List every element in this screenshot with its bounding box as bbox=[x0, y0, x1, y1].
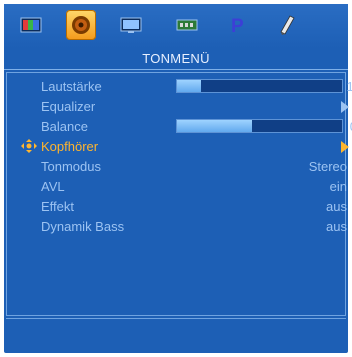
menu-item-dynamik-bass[interactable]: Dynamik Bass aus bbox=[7, 217, 347, 236]
menu-item-balance[interactable]: Balance 0 bbox=[7, 117, 352, 136]
menu-panel: Lautstärke 10 Equalizer Balance 0 bbox=[6, 72, 352, 316]
menu-item-label: Kopfhörer bbox=[41, 139, 99, 154]
volume-bar[interactable] bbox=[176, 79, 343, 93]
menu-item-equalizer[interactable]: Equalizer bbox=[7, 97, 349, 116]
menu-item-label: AVL bbox=[41, 179, 65, 194]
chevron-right-icon bbox=[341, 141, 349, 153]
screen-icon[interactable] bbox=[116, 10, 146, 40]
menu-item-label: Tonmodus bbox=[41, 159, 101, 174]
menu-item-label: Lautstärke bbox=[41, 79, 102, 94]
menu-item-tonmodus[interactable]: Tonmodus Stereo bbox=[7, 157, 347, 176]
picture-icon[interactable] bbox=[16, 10, 46, 40]
menu-item-kopfhoerer[interactable]: Kopfhörer bbox=[7, 137, 349, 156]
parental-icon[interactable]: P bbox=[222, 10, 252, 40]
tools-icon[interactable] bbox=[272, 10, 302, 40]
volume-bar-fill bbox=[177, 80, 201, 92]
dynamik-bass-value: aus bbox=[326, 219, 347, 234]
effekt-value: aus bbox=[326, 199, 347, 214]
menu-icon-bar: P bbox=[4, 4, 348, 48]
menu-item-label: Effekt bbox=[41, 199, 75, 214]
osd-menu: P TONMENÜ Lautstärke 10 Equalizer Balanc… bbox=[4, 4, 352, 353]
volume-value: 10 bbox=[346, 79, 352, 94]
navigate-icon bbox=[21, 139, 37, 153]
title-divider bbox=[4, 69, 348, 70]
menu-item-lautstaerke[interactable]: Lautstärke 10 bbox=[7, 77, 352, 96]
menu-item-label: Dynamik Bass bbox=[41, 219, 125, 234]
balance-bar[interactable] bbox=[176, 119, 343, 133]
chevron-right-icon bbox=[341, 101, 349, 113]
menu-item-avl[interactable]: AVL ein bbox=[7, 177, 347, 196]
menu-item-label: Balance bbox=[41, 119, 88, 134]
svg-text:P: P bbox=[231, 16, 244, 36]
setup-icon[interactable] bbox=[172, 10, 202, 40]
menu-title: TONMENÜ bbox=[142, 51, 210, 66]
balance-bar-fill bbox=[177, 120, 252, 132]
sound-icon[interactable] bbox=[66, 10, 96, 40]
menu-footer bbox=[6, 318, 346, 352]
tonmodus-value: Stereo bbox=[308, 159, 347, 174]
menu-item-effekt[interactable]: Effekt aus bbox=[7, 197, 347, 216]
menu-item-label: Equalizer bbox=[41, 99, 96, 114]
avl-value: ein bbox=[329, 179, 347, 194]
